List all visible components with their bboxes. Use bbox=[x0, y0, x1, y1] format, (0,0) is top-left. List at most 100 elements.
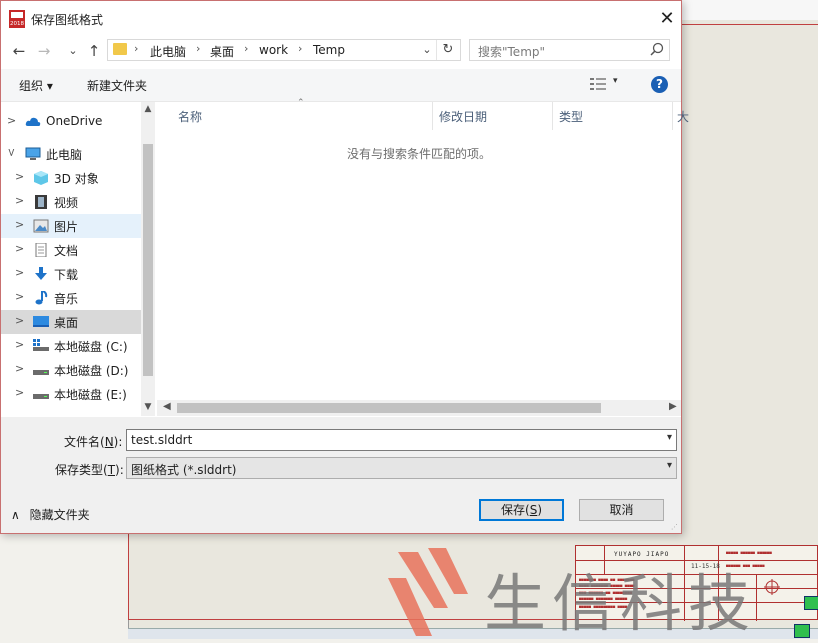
help-icon[interactable]: ? bbox=[651, 76, 668, 93]
cube-icon bbox=[34, 171, 48, 185]
tree-label: 此电脑 bbox=[46, 148, 83, 162]
address-dropdown-icon[interactable]: ⌄ bbox=[419, 41, 435, 59]
expand-chevron-icon[interactable]: > bbox=[15, 338, 24, 351]
search-input[interactable]: 搜索"Temp" bbox=[469, 39, 670, 61]
chevron-down-icon[interactable]: ▾ bbox=[667, 460, 672, 471]
tree-label: 本地磁盘 (D:) bbox=[54, 364, 129, 378]
scroll-thumb[interactable] bbox=[143, 144, 153, 376]
tree-item-desktop[interactable]: > 桌面 bbox=[1, 310, 141, 334]
tree-label: 本地磁盘 (E:) bbox=[54, 388, 127, 402]
search-placeholder: 搜索"Temp" bbox=[478, 45, 546, 59]
tree-item-downloads[interactable]: > 下载 bbox=[1, 262, 141, 286]
music-icon bbox=[35, 291, 48, 305]
nav-scrollbar[interactable]: ▲ ▼ bbox=[141, 102, 155, 416]
cloud-icon bbox=[25, 117, 41, 126]
computer-icon bbox=[25, 147, 41, 160]
scroll-down-icon[interactable]: ▼ bbox=[142, 402, 154, 412]
column-header-size[interactable]: 大 bbox=[677, 108, 689, 125]
svg-text:2018: 2018 bbox=[10, 21, 24, 27]
chevron-up-icon: ∧ bbox=[11, 508, 20, 522]
tree-label: 下载 bbox=[54, 268, 79, 282]
chevron-down-icon[interactable]: ▾ bbox=[667, 432, 672, 443]
app-indicator-icon bbox=[804, 596, 818, 610]
resize-grip-icon[interactable]: ⋰ bbox=[671, 523, 679, 531]
watermark-logo-icon bbox=[388, 548, 468, 636]
filename-input[interactable]: test.slddrt ▾ bbox=[126, 429, 677, 451]
tree-label: 视频 bbox=[54, 196, 79, 210]
breadcrumb-work[interactable]: work bbox=[259, 43, 288, 57]
solidworks-app-icon: 2018 bbox=[9, 10, 25, 28]
drive-c-icon bbox=[33, 339, 49, 351]
dialog-title: 保存图纸格式 bbox=[31, 13, 104, 27]
tree-item-this-pc[interactable]: > 此电脑 bbox=[1, 142, 141, 166]
tree-item-drive-d[interactable]: > 本地磁盘 (D:) bbox=[1, 358, 141, 382]
tree-label: OneDrive bbox=[46, 114, 103, 128]
refresh-icon[interactable]: ↻ bbox=[436, 40, 459, 60]
dialog-titlebar[interactable]: 2018 保存图纸格式 ✕ bbox=[1, 1, 681, 37]
document-icon bbox=[35, 243, 47, 257]
navigation-pane: > OneDrive > 此电脑 > 3D 对象 > 视频 > 图片 > 文档 … bbox=[1, 102, 155, 416]
expand-chevron-icon[interactable]: > bbox=[7, 114, 16, 127]
view-dropdown-icon[interactable]: ▾ bbox=[613, 76, 618, 86]
tree-item-onedrive[interactable]: > OneDrive bbox=[1, 110, 141, 134]
filename-value: test.slddrt bbox=[131, 433, 193, 447]
command-toolbar: 组织 ▾ 新建文件夹 ▾ ? bbox=[1, 69, 681, 102]
column-header-modified[interactable]: 修改日期 bbox=[439, 108, 487, 125]
search-icon bbox=[650, 42, 664, 56]
tree-label: 3D 对象 bbox=[54, 172, 99, 186]
close-button[interactable]: ✕ bbox=[653, 5, 681, 33]
cancel-button[interactable]: 取消 bbox=[579, 499, 664, 521]
forward-button[interactable]: → bbox=[34, 41, 54, 61]
save-button[interactable]: 保存(S) bbox=[479, 499, 564, 521]
tree-item-videos[interactable]: > 视频 bbox=[1, 190, 141, 214]
expand-chevron-icon[interactable]: > bbox=[15, 266, 24, 279]
tree-label: 文档 bbox=[54, 244, 79, 258]
expand-chevron-icon[interactable]: > bbox=[15, 194, 24, 207]
tree-item-drive-c[interactable]: > 本地磁盘 (C:) bbox=[1, 334, 141, 358]
app-indicator-icon bbox=[794, 624, 810, 638]
horizontal-scrollbar[interactable]: ◀ ▶ bbox=[157, 400, 681, 416]
tree-item-documents[interactable]: > 文档 bbox=[1, 238, 141, 262]
hide-folders-toggle[interactable]: ∧ 隐藏文件夹 bbox=[11, 506, 90, 523]
new-folder-button[interactable]: 新建文件夹 bbox=[87, 77, 147, 94]
sort-ascending-icon: ⌃ bbox=[297, 98, 305, 108]
file-list: ⌃ 名称 修改日期 类型 大 没有与搜索条件匹配的项。 ◀ ▶ bbox=[157, 98, 689, 416]
expand-chevron-icon[interactable]: > bbox=[15, 362, 24, 375]
picture-icon bbox=[33, 219, 49, 233]
recent-locations-button[interactable]: ⌄ bbox=[63, 41, 83, 61]
drive-icon bbox=[33, 370, 49, 375]
breadcrumb-this-pc[interactable]: 此电脑 bbox=[150, 43, 186, 60]
expand-chevron-icon[interactable]: > bbox=[15, 218, 24, 231]
up-button[interactable]: ↑ bbox=[84, 41, 104, 61]
tree-label: 音乐 bbox=[54, 292, 79, 306]
back-button[interactable]: ← bbox=[9, 41, 29, 61]
tree-item-drive-e[interactable]: > 本地磁盘 (E:) bbox=[1, 382, 141, 406]
save-form: 文件名(N): test.slddrt ▾ 保存类型(T): 图纸格式 (*.s… bbox=[1, 417, 681, 533]
breadcrumb-separator: › bbox=[196, 42, 201, 55]
breadcrumb-temp[interactable]: Temp bbox=[313, 43, 345, 57]
expand-chevron-icon[interactable]: > bbox=[15, 314, 24, 327]
scroll-up-icon[interactable]: ▲ bbox=[142, 104, 154, 114]
expand-chevron-icon[interactable]: > bbox=[15, 290, 24, 303]
filetype-label: 保存类型(T): bbox=[55, 463, 124, 477]
organize-button[interactable]: 组织 ▾ bbox=[19, 77, 53, 94]
save-dialog: 2018 保存图纸格式 ✕ ← → ⌄ ↑ › 此电脑 › 桌面 › work … bbox=[0, 0, 689, 534]
scroll-right-icon[interactable]: ▶ bbox=[669, 401, 677, 412]
desktop-icon bbox=[33, 316, 49, 327]
view-options-icon[interactable] bbox=[589, 76, 607, 92]
tree-item-3d-objects[interactable]: > 3D 对象 bbox=[1, 166, 141, 190]
expand-chevron-icon[interactable]: > bbox=[15, 242, 24, 255]
address-bar[interactable]: › 此电脑 › 桌面 › work › Temp ⌄ ↻ bbox=[107, 39, 461, 61]
tree-item-pictures[interactable]: > 图片 bbox=[1, 214, 141, 238]
filetype-select[interactable]: 图纸格式 (*.slddrt) ▾ bbox=[126, 457, 677, 479]
breadcrumb-desktop[interactable]: 桌面 bbox=[210, 43, 234, 60]
expand-chevron-icon[interactable]: > bbox=[15, 386, 24, 399]
column-header-name[interactable]: 名称 bbox=[178, 108, 202, 125]
tree-item-music[interactable]: > 音乐 bbox=[1, 286, 141, 310]
scroll-left-icon[interactable]: ◀ bbox=[163, 401, 171, 412]
column-header-type[interactable]: 类型 bbox=[559, 108, 583, 125]
scroll-thumb[interactable] bbox=[177, 403, 601, 413]
expand-chevron-icon[interactable]: > bbox=[15, 170, 24, 183]
collapse-chevron-icon[interactable]: > bbox=[5, 148, 18, 157]
breadcrumb-separator: › bbox=[244, 42, 249, 55]
